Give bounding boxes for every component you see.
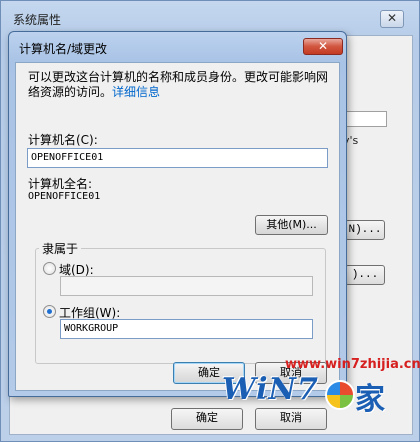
system-properties-ok-button[interactable]: 确定 [171,408,243,430]
watermark-logo: WiN7 [222,372,319,407]
full-computer-name-value: OPENOFFICE01 [28,191,101,202]
system-properties-cancel-button[interactable]: 取消 [255,408,327,430]
workgroup-input[interactable]: WORKGROUP [60,319,313,339]
computer-description-field[interactable] [345,111,387,127]
network-id-button[interactable]: N)... [345,220,385,240]
domain-input[interactable] [60,276,313,296]
full-computer-name-label: 计算机全名: [28,177,93,191]
system-properties-title: 系统属性 [13,13,62,27]
computer-name-input[interactable]: OPENOFFICE01 [27,148,328,168]
domain-radio[interactable] [43,262,56,275]
dialog-description: 可以更改这台计算机的名称和成员身份。更改可能影响网络资源的访问。详细信息 [28,70,338,100]
watermark-url: www.win7zhijia.cn [285,357,420,372]
description-text: 可以更改这台计算机的名称和成员身份。更改可能影响网络资源的访问。 [28,70,329,99]
change-button[interactable]: )... [345,265,385,285]
more-button[interactable]: 其他(M)... [255,215,328,235]
dialog-title: 计算机名/域更改 [19,42,108,56]
computer-name-label: 计算机名(C): [28,133,98,147]
member-of-label: 隶属于 [39,240,82,257]
computer-name-dialog: 计算机名/域更改 ✕ 可以更改这台计算机的名称和成员身份。更改可能影响网络资源的… [8,31,347,397]
windows-logo-icon [325,380,355,410]
watermark-char: 家 [355,382,385,417]
dialog-close-button[interactable]: ✕ [303,38,343,55]
details-link[interactable]: 详细信息 [112,85,160,99]
workgroup-radio[interactable] [43,305,56,318]
system-properties-close-button[interactable]: ✕ [380,10,404,28]
